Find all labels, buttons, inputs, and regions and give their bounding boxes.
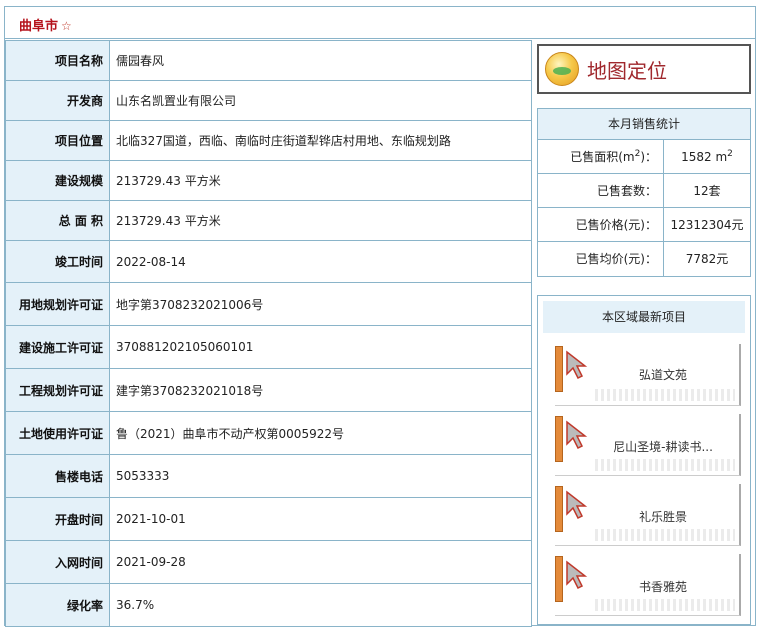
table-row: 工程规划许可证 建字第3708232021018号: [5, 368, 532, 412]
sold-area-label: 已售面积(m2)：: [538, 140, 664, 173]
row-value: 213729.43 平方米: [109, 160, 532, 201]
row-label: 开盘时间: [5, 497, 110, 541]
avg-price-value: 7782元: [685, 252, 729, 266]
table-row: 建设规模 213729.43 平方米: [5, 160, 532, 201]
row-value: 370881202105060101: [109, 325, 532, 369]
project-thumb: [555, 416, 563, 462]
row-label: 开发商: [5, 80, 110, 121]
map-locate-icon: [545, 52, 579, 86]
pointer-cursor-icon: [566, 350, 588, 380]
row-value: 北临327国道，西临、南临时庄街道犁铧店村用地、东临规划路: [109, 120, 532, 161]
table-row: 土地使用许可证 鲁（2021）曲阜市不动产权第0005922号: [5, 411, 532, 455]
project-thumb-fade: [595, 599, 735, 611]
project-info-panel: 曲阜市 ☆ 项目名称 儒园春风 开发商 山东名凯置业有限公司 项目位置 北临327国道，…: [4, 6, 756, 627]
row-value: 213729.43 平方米: [109, 200, 532, 241]
star-icon[interactable]: ☆: [61, 19, 72, 33]
title-bar: 曲阜市 ☆: [5, 7, 755, 39]
sold-units-value: 12套: [693, 184, 721, 198]
row-value: 地字第3708232021006号: [109, 282, 532, 326]
project-link[interactable]: 弘道文苑: [555, 344, 741, 406]
pointer-cursor-icon: [566, 420, 588, 450]
project-thumb: [555, 556, 563, 602]
project-name: 尼山圣境-耕读书...: [613, 440, 713, 454]
project-link[interactable]: 书香雅苑: [555, 554, 741, 616]
project-name: 弘道文苑: [638, 368, 687, 382]
pointer-cursor-icon: [566, 560, 588, 590]
row-label: 竣工时间: [5, 240, 110, 283]
row-value: 山东名凯置业有限公司: [109, 80, 532, 121]
project-link[interactable]: 尼山圣境-耕读书...: [555, 414, 741, 476]
row-value: 36.7%: [109, 583, 532, 627]
sold-area-row: 已售面积(m2)： 1582 m2: [538, 140, 750, 174]
row-label: 项目位置: [5, 120, 110, 161]
table-row: 绿化率 36.7%: [5, 583, 532, 627]
sold-price-value: 12312304元: [670, 218, 744, 232]
map-locate-button[interactable]: 地图定位: [537, 44, 751, 94]
project-thumb: [555, 346, 563, 392]
region-title: 本区域最新项目: [543, 301, 745, 333]
row-label: 建设规模: [5, 160, 110, 201]
row-value: 2021-10-01: [109, 497, 532, 541]
project-link[interactable]: 礼乐胜景: [555, 484, 741, 546]
project-thumb-fade: [595, 529, 735, 541]
row-value: 鲁（2021）曲阜市不动产权第0005922号: [109, 411, 532, 455]
avg-price-row: 已售均价(元)： 7782元: [538, 242, 750, 276]
row-value: 儒园春风: [109, 40, 532, 81]
city-title: 曲阜市 ☆: [19, 19, 72, 34]
row-value: 5053333: [109, 454, 532, 498]
table-row: 建设施工许可证 370881202105060101: [5, 325, 532, 369]
row-label: 用地规划许可证: [5, 282, 110, 326]
row-value: 2022-08-14: [109, 240, 532, 283]
table-row: 开盘时间 2021-10-01: [5, 497, 532, 541]
table-row: 总 面 积 213729.43 平方米: [5, 200, 532, 241]
table-row: 入网时间 2021-09-28: [5, 540, 532, 584]
project-thumb-fade: [595, 459, 735, 471]
row-label: 土地使用许可证: [5, 411, 110, 455]
row-label: 入网时间: [5, 540, 110, 584]
project-thumb-fade: [595, 389, 735, 401]
table-row: 项目名称 儒园春风: [5, 40, 532, 81]
table-row: 竣工时间 2022-08-14: [5, 240, 532, 283]
row-label: 总 面 积: [5, 200, 110, 241]
region-latest-projects: 本区域最新项目 弘道文苑 尼山圣境-耕读书... 礼乐胜景 书香雅苑: [537, 295, 751, 625]
table-row: 项目位置 北临327国道，西临、南临时庄街道犁铧店村用地、东临规划路: [5, 120, 532, 161]
row-label: 项目名称: [5, 40, 110, 81]
sold-units-row: 已售套数： 12套: [538, 174, 750, 208]
project-thumb: [555, 486, 563, 532]
row-label: 售楼电话: [5, 454, 110, 498]
row-label: 建设施工许可证: [5, 325, 110, 369]
row-label: 绿化率: [5, 583, 110, 627]
project-info-table: 项目名称 儒园春风 开发商 山东名凯置业有限公司 项目位置 北临327国道，西临、南临…: [5, 40, 532, 627]
avg-price-label: 已售均价(元)：: [538, 242, 664, 276]
sold-units-label: 已售套数：: [538, 174, 664, 207]
table-row: 用地规划许可证 地字第3708232021006号: [5, 282, 532, 326]
sold-price-row: 已售价格(元)： 12312304元: [538, 208, 750, 242]
sales-stats-title: 本月销售统计: [538, 109, 750, 140]
project-name: 书香雅苑: [638, 580, 687, 594]
row-value: 2021-09-28: [109, 540, 532, 584]
row-label: 工程规划许可证: [5, 368, 110, 412]
sold-price-label: 已售价格(元)：: [538, 208, 664, 241]
table-row: 开发商 山东名凯置业有限公司: [5, 80, 532, 121]
row-value: 建字第3708232021018号: [109, 368, 532, 412]
project-name: 礼乐胜景: [638, 510, 687, 524]
sold-area-value: 1582 m2: [681, 149, 733, 165]
table-row: 售楼电话 5053333: [5, 454, 532, 498]
pointer-cursor-icon: [566, 490, 588, 520]
monthly-sales-stats: 本月销售统计 已售面积(m2)： 1582 m2 已售套数： 12套 已售价格(…: [537, 108, 751, 277]
map-locate-label: 地图定位: [587, 58, 667, 83]
